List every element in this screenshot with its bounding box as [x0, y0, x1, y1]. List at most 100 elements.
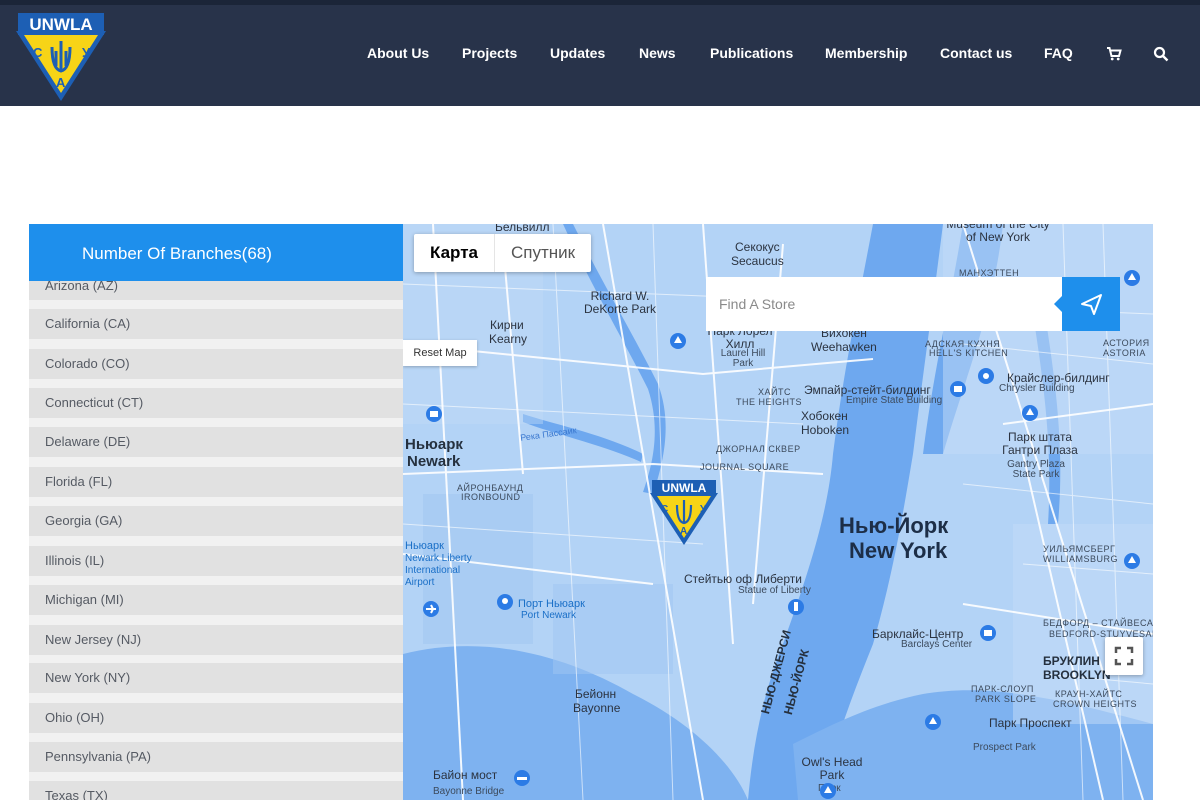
- liberty-pin-icon[interactable]: [787, 598, 805, 616]
- map-label-prospect-ru: Парк Проспект: [989, 716, 1072, 730]
- map-label-barclays-en: Barclays Center: [901, 639, 973, 650]
- map-label-gantry-en: Gantry Plaza State Park: [1007, 459, 1065, 480]
- nav-about-us[interactable]: About Us: [367, 45, 429, 61]
- main-nav: About Us Projects Updates News Publicati…: [0, 5, 1200, 106]
- state-item-ca[interactable]: California (CA): [29, 309, 403, 339]
- state-item-tx[interactable]: Texas (TX): [29, 781, 403, 800]
- find-store-input[interactable]: [706, 277, 1062, 331]
- map-label-brooklyn-en: BROOKLYN: [1043, 668, 1111, 682]
- map-type-control: Карта Спутник: [414, 234, 592, 272]
- airport-pin-icon[interactable]: [422, 600, 440, 618]
- site-header: UNWLA С У А About Us Projects Updates Ne…: [0, 5, 1200, 106]
- map-label-museum: Museum of the City of New York: [946, 224, 1050, 244]
- park-pin-icon[interactable]: [819, 782, 837, 800]
- map-label-astoria-en: ASTORIA: [1103, 348, 1146, 358]
- map-label-ny-en: New York: [849, 538, 948, 563]
- state-item-il[interactable]: Illinois (IL): [29, 546, 403, 576]
- map-label-gantry-ru: Парк штата Гантри Плаза: [1002, 430, 1078, 457]
- park-pin-icon[interactable]: [1123, 269, 1141, 287]
- search-icon[interactable]: [1153, 46, 1169, 62]
- map-label-ironbound-en: IRONBOUND: [461, 492, 521, 502]
- marker-letter-u: У: [700, 504, 707, 515]
- map-label-bedford-ru: БЕДФОРД – СТАЙВЕСАНТ: [1043, 618, 1153, 628]
- map-type-map[interactable]: Карта: [414, 234, 495, 272]
- nav-faq[interactable]: FAQ: [1044, 45, 1073, 61]
- map-label-dekorte: Richard W. DeKorte Park: [583, 289, 657, 316]
- map-label-parkslope-en: PARK SLOPE: [975, 694, 1037, 704]
- map-label-port-ru: Порт Ньюарк: [518, 598, 585, 610]
- location-pin-icon[interactable]: [496, 593, 514, 611]
- park-pin-icon[interactable]: [924, 713, 942, 731]
- nav-membership[interactable]: Membership: [825, 45, 907, 61]
- marker-logo-text: UNWLA: [662, 481, 707, 495]
- arena-pin-icon[interactable]: [979, 624, 997, 642]
- map-label-belleville: Бельвилл: [495, 224, 550, 234]
- map-label-williamsburg-en: WILLIAMSBURG: [1043, 554, 1119, 564]
- state-item-de[interactable]: Delaware (DE): [29, 427, 403, 457]
- reset-map-button[interactable]: Reset Map: [403, 340, 477, 366]
- fullscreen-icon: [1114, 646, 1134, 666]
- nav-updates[interactable]: Updates: [550, 45, 605, 61]
- branch-marker-icon[interactable]: UNWLA С У А: [648, 479, 720, 547]
- map-label-hells-en: HELL'S KITCHEN: [929, 348, 1009, 358]
- map-label-crown-en: CROWN HEIGHTS: [1053, 699, 1137, 709]
- store-search: [706, 277, 1120, 331]
- map-label-ny-ru: Нью-Йорк: [839, 513, 949, 538]
- marker-letter-s: С: [661, 504, 668, 515]
- state-item-oh[interactable]: Ohio (OH): [29, 703, 403, 733]
- map-label-airport-ru: Ньюарк: [405, 540, 444, 552]
- map-label-bayonne-ru: Бейонн: [575, 687, 617, 701]
- bridge-pin-icon[interactable]: [513, 769, 531, 787]
- map-label-bayonne-en: Bayonne: [573, 701, 621, 715]
- map-label-kearny-ru: Кирни: [490, 318, 524, 332]
- map-label-parkslope-ru: ПАРК-СЛОУП: [971, 684, 1034, 694]
- map-label-williamsburg-ru: УИЛЬЯМСБЕРГ: [1043, 544, 1116, 554]
- nav-news[interactable]: News: [639, 45, 676, 61]
- map-label-port-en: Port Newark: [521, 610, 577, 621]
- state-item-fl[interactable]: Florida (FL): [29, 467, 403, 497]
- fullscreen-button[interactable]: [1105, 637, 1143, 675]
- branches-sidebar: Number Of Branches(68) Arizona (AZ) Cali…: [29, 224, 403, 800]
- camera-pin-icon[interactable]: [977, 367, 995, 385]
- map-label-newark-ru: Ньюарк: [405, 436, 463, 453]
- map-label-newark-en: Newark: [407, 453, 461, 470]
- map-label-owls-head: Owl's Head Park: [801, 755, 863, 782]
- map-label-secaucus-en: Secaucus: [731, 254, 784, 268]
- museum-pin-icon[interactable]: [425, 405, 443, 423]
- state-item-ga[interactable]: Georgia (GA): [29, 506, 403, 536]
- map-label-weehawken-en: Weehawken: [811, 340, 877, 354]
- state-item-nj[interactable]: New Jersey (NJ): [29, 625, 403, 655]
- state-item-ny[interactable]: New York (NY): [29, 663, 403, 693]
- map-label-journal-en: JOURNAL SQUARE: [700, 462, 790, 472]
- map-type-satellite[interactable]: Спутник: [495, 234, 591, 272]
- map-label-hoboken-en: Hoboken: [801, 423, 850, 437]
- nav-publications[interactable]: Publications: [710, 45, 793, 61]
- park-pin-icon[interactable]: [1021, 404, 1039, 422]
- map-label-astoria-ru: АСТОРИЯ: [1103, 338, 1150, 348]
- park-pin-icon[interactable]: [669, 332, 687, 350]
- nav-contact-us[interactable]: Contact us: [940, 45, 1012, 61]
- nav-projects[interactable]: Projects: [462, 45, 517, 61]
- cart-icon[interactable]: [1106, 46, 1122, 62]
- state-item-ct[interactable]: Connecticut (CT): [29, 388, 403, 418]
- map-label-laurel-en: Laurel Hill Park: [720, 348, 766, 369]
- state-item-co[interactable]: Colorado (CO): [29, 349, 403, 379]
- find-store-button[interactable]: [1054, 277, 1120, 331]
- map-label-chrysler-en: Chrysler Building: [999, 383, 1075, 394]
- park-pin-icon[interactable]: [1123, 552, 1141, 570]
- map-label-hoboken-ru: Хобокен: [801, 409, 848, 423]
- marker-letter-a: А: [680, 526, 687, 537]
- state-item-mi[interactable]: Michigan (MI): [29, 585, 403, 615]
- map-label-prospect-en: Prospect Park: [973, 742, 1036, 753]
- state-item-pa[interactable]: Pennsylvania (PA): [29, 742, 403, 772]
- map-label-kearny-en: Kearny: [489, 332, 528, 346]
- map-label-journal-ru: ДЖОРНАЛ СКВЕР: [716, 444, 801, 454]
- map-label-secaucus-ru: Секокус: [735, 240, 780, 254]
- map-label-heights-ru: ХАЙТС: [758, 387, 791, 397]
- landmark-pin-icon[interactable]: [949, 380, 967, 398]
- map-label-liberty-en: Statue of Liberty: [738, 585, 811, 596]
- branches-header: Number Of Branches(68): [29, 224, 403, 281]
- map-label-heights-en: THE HEIGHTS: [736, 397, 803, 407]
- branches-map[interactable]: Нью-Йорк New York Ньюарк Newark Хобокен …: [403, 224, 1153, 800]
- map-label-bridge-en: Bayonne Bridge: [433, 786, 505, 797]
